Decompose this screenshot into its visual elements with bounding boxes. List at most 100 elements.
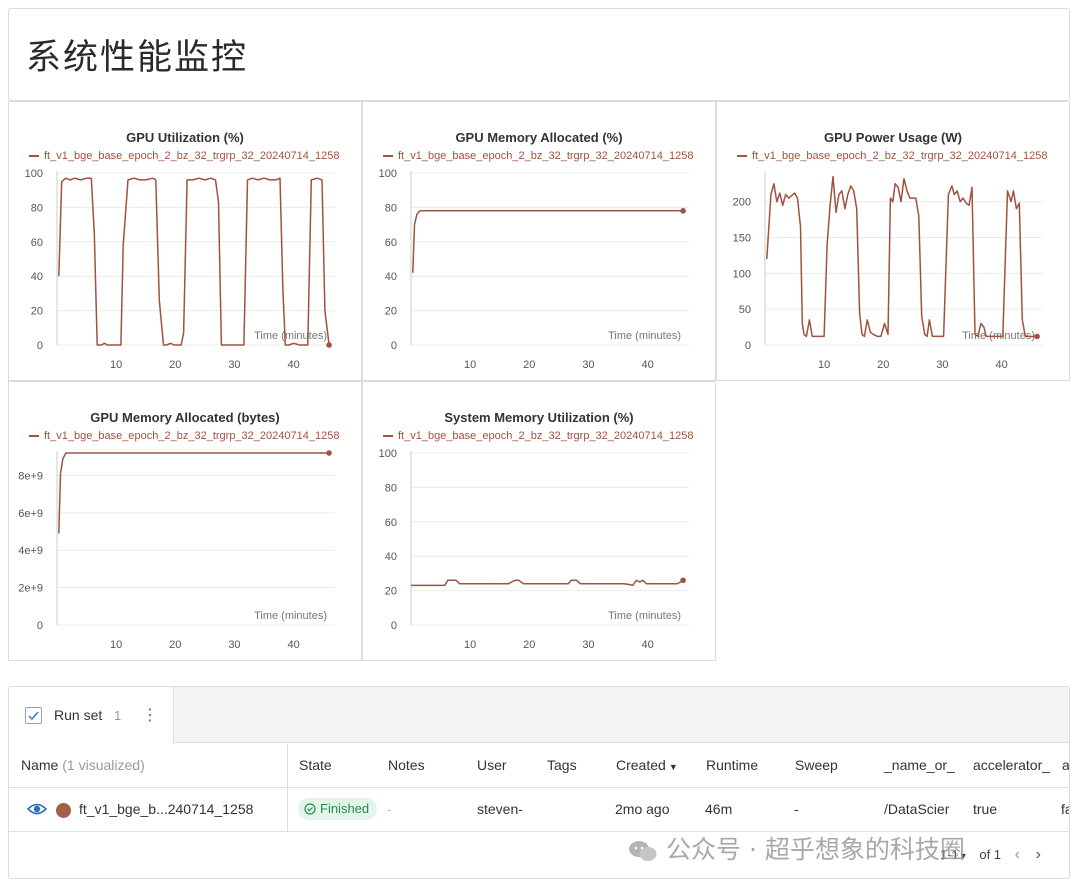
col-header-name[interactable]: Name (1 visualized)	[21, 757, 145, 773]
series-end-point[interactable]	[326, 450, 332, 456]
check-icon	[28, 711, 39, 721]
x-tick-label: 10	[464, 639, 476, 651]
check-circle-icon	[304, 803, 316, 815]
series-line[interactable]	[58, 452, 330, 534]
x-tick-label: 20	[169, 359, 181, 371]
y-tick-label: 60	[385, 517, 397, 529]
chart-panel-gpu-memory-percent[interactable]: GPU Memory Allocated (%) ft_v1_bge_base_…	[362, 101, 716, 381]
x-tick-label: 20	[523, 359, 535, 371]
runset-checkbox[interactable]	[25, 707, 42, 724]
y-tick-label: 20	[385, 586, 397, 598]
x-tick-label: 10	[110, 639, 122, 651]
x-tick-label: 10	[818, 359, 830, 371]
status-badge: Finished	[298, 798, 378, 820]
series-end-point[interactable]	[680, 577, 686, 584]
y-tick-label: 150	[733, 233, 751, 245]
y-tick-label: 0	[391, 620, 397, 632]
col-header-extra[interactable]: a	[1062, 757, 1069, 773]
col-header-accelerator[interactable]: accelerator_	[973, 757, 1050, 773]
x-tick-label: 40	[995, 359, 1007, 371]
x-tick-label: 10	[464, 359, 476, 371]
x-tick-label: 30	[582, 359, 594, 371]
col-header-state[interactable]: State	[299, 757, 332, 773]
x-axis-label: Time (minutes)	[608, 330, 681, 342]
status-label: Finished	[320, 801, 370, 816]
page-of: of 1	[979, 847, 1002, 862]
extra-cell: fa	[1061, 801, 1069, 817]
chart-panel-gpu-memory-bytes[interactable]: GPU Memory Allocated (bytes) ft_v1_bge_b…	[8, 381, 362, 661]
column-divider[interactable]	[287, 788, 288, 832]
col-header-runtime[interactable]: Runtime	[706, 757, 758, 773]
col-header-name-label: Name	[21, 757, 59, 773]
y-tick-label: 0	[745, 340, 751, 352]
page-title: 系统性能监控	[26, 38, 249, 78]
x-tick-label: 30	[228, 359, 240, 371]
x-tick-label: 20	[877, 359, 889, 371]
x-tick-label: 20	[169, 639, 181, 651]
series-line[interactable]	[766, 175, 1038, 338]
col-header-name-or[interactable]: _name_or_	[884, 757, 955, 773]
y-tick-label: 40	[31, 271, 43, 283]
series-end-point[interactable]	[326, 342, 332, 348]
run-name-link[interactable]: ft_v1_bge_b...240714_1258	[79, 801, 253, 817]
x-tick-label: 10	[110, 359, 122, 371]
x-axis-label: Time (minutes)	[254, 610, 327, 622]
runset-tab[interactable]: Run set 1 ⋮	[9, 687, 174, 744]
y-tick-label: 60	[31, 237, 43, 249]
y-tick-label: 0	[37, 340, 43, 352]
created-cell: 2mo ago	[615, 801, 670, 817]
run-color-dot[interactable]	[56, 803, 71, 818]
notes-cell[interactable]: -	[387, 801, 392, 817]
y-tick-label: 100	[379, 448, 397, 460]
chart-panel-gpu-utilization[interactable]: GPU Utilization (%) ft_v1_bge_base_epoch…	[8, 101, 362, 381]
series-line[interactable]	[58, 177, 330, 346]
col-header-created[interactable]: Created ▼	[616, 757, 678, 773]
runset-count: 1	[114, 708, 122, 723]
y-tick-label: 80	[31, 202, 43, 214]
user-cell: steven-	[477, 801, 523, 817]
col-header-tags[interactable]: Tags	[547, 757, 577, 773]
y-tick-label: 2e+9	[18, 583, 43, 595]
col-header-notes[interactable]: Notes	[388, 757, 425, 773]
column-divider[interactable]	[287, 744, 288, 788]
y-tick-label: 100	[25, 168, 43, 180]
series-line[interactable]	[411, 579, 684, 587]
x-tick-label: 40	[641, 359, 653, 371]
y-tick-label: 8e+9	[18, 470, 43, 482]
more-options-icon[interactable]: ⋮	[142, 705, 158, 725]
col-header-created-label: Created	[616, 757, 666, 773]
y-tick-label: 100	[733, 268, 751, 280]
col-header-user[interactable]: User	[477, 757, 507, 773]
x-tick-label: 40	[641, 639, 653, 651]
wechat-icon	[629, 841, 657, 861]
chart-canvas[interactable]: 0 20 40 60 80 100 10 20 30 40 Time (minutes)	[9, 102, 363, 382]
y-tick-label: 20	[31, 306, 43, 318]
chart-canvas[interactable]: 0 2e+9 4e+9 6e+9 8e+9 10 20 30 40 Time (minutes)	[9, 382, 363, 662]
table-row[interactable]: ft_v1_bge_b...240714_1258 Finished - ste…	[9, 788, 1069, 832]
chart-canvas[interactable]: 05010015020010 20 30 40Time (minutes)	[717, 102, 1071, 382]
col-header-name-suffix: (1 visualized)	[62, 757, 145, 773]
y-tick-label: 40	[385, 551, 397, 563]
y-tick-label: 200	[733, 197, 751, 209]
watermark-text: 公众号 · 超乎想象的科技圈	[666, 835, 965, 864]
chart-canvas[interactable]: 0 20 40 60 80 100 10 20 30 40 Time (minutes)	[363, 382, 717, 662]
chart-panel-gpu-power[interactable]: GPU Power Usage (W) ft_v1_bge_base_epoch…	[716, 101, 1070, 381]
watermark: 公众号 · 超乎想象的科技圈	[628, 830, 965, 866]
accelerator-cell: true	[973, 801, 998, 817]
x-tick-label: 30	[582, 639, 594, 651]
chart-panel-system-memory[interactable]: System Memory Utilization (%) ft_v1_bge_…	[362, 381, 716, 661]
chart-canvas[interactable]: 0 20 40 60 80 100 10 20 30 40 Time (minutes)	[363, 102, 717, 382]
y-tick-label: 80	[385, 482, 397, 494]
y-tick-label: 20	[385, 306, 397, 318]
series-end-point[interactable]	[1034, 333, 1040, 340]
y-tick-label: 6e+9	[18, 508, 43, 520]
next-page-icon[interactable]: ›	[1036, 846, 1041, 863]
series-end-point[interactable]	[680, 208, 686, 214]
table-header: Name (1 visualized) State Notes User Tag…	[9, 744, 1069, 788]
eye-icon[interactable]	[27, 802, 47, 816]
col-header-sweep[interactable]: Sweep	[795, 757, 838, 773]
y-tick-label: 50	[739, 304, 751, 316]
x-tick-label: 20	[523, 639, 535, 651]
prev-page-icon[interactable]: ‹	[1015, 846, 1020, 863]
x-tick-label: 30	[228, 639, 240, 651]
